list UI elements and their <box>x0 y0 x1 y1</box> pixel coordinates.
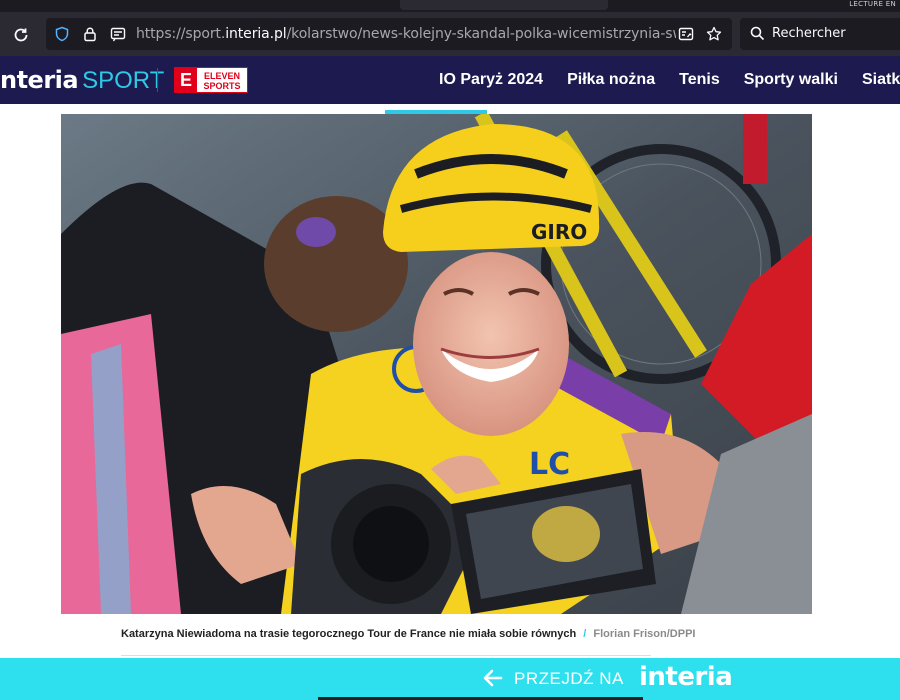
caption-text: Katarzyna Niewiadoma na trasie tegoroczn… <box>121 628 577 640</box>
interia-logo: interia <box>639 662 733 692</box>
shield-icon[interactable] <box>54 26 70 42</box>
nav-item-siatkowka[interactable]: Siatkówka <box>862 71 900 89</box>
eleven-line1: ELEVEN <box>203 70 240 81</box>
search-icon <box>750 26 765 46</box>
bookmark-star-icon[interactable] <box>706 26 722 42</box>
article-photo: LC GIRO <box>61 114 812 614</box>
header-divider <box>157 68 158 92</box>
browser-tab[interactable] <box>400 0 608 10</box>
nav-item-io-paryz[interactable]: IO Paryż 2024 <box>439 71 543 89</box>
main-nav: IO Paryż 2024 Piłka nożna Tenis Sporty w… <box>439 71 900 89</box>
logo-sport-label: SPORT <box>82 67 165 94</box>
eleven-e-mark: E <box>175 68 197 92</box>
interia-sport-logo[interactable]: nteria SPORT <box>0 66 164 95</box>
browser-tab-strip: LECTURE EN <box>0 0 900 12</box>
svg-text:GIRO: GIRO <box>531 220 587 244</box>
caption-divider <box>121 655 651 656</box>
corner-label: LECTURE EN <box>849 0 896 8</box>
photo-credit: Florian Frison/DPPI <box>593 628 696 640</box>
url-text[interactable]: https://sport.interia.pl/kolarstwo/news-… <box>136 26 676 42</box>
lock-icon[interactable] <box>82 26 98 42</box>
reader-view-icon[interactable] <box>678 26 694 42</box>
url-path: /kolarstwo/news-kolejny-skandal-polka-wi… <box>286 26 676 42</box>
page-info-icon[interactable] <box>110 26 126 42</box>
logo-wordmark: nteria <box>0 66 79 94</box>
search-placeholder: Rechercher <box>772 26 846 41</box>
eleven-line2: SPORTS <box>203 80 241 91</box>
svg-text:LC: LC <box>529 447 570 482</box>
nav-item-sporty-walki[interactable]: Sporty walki <box>744 71 838 89</box>
caption-separator: / <box>583 628 587 640</box>
eleven-sports-logo[interactable]: E ELEVEN SPORTS <box>174 67 248 93</box>
url-prefix: https://sport. <box>136 26 226 42</box>
reload-icon[interactable] <box>10 24 32 46</box>
photo-caption: Katarzyna Niewiadoma na trasie tegoroczn… <box>121 628 695 640</box>
browser-toolbar: https://sport.interia.pl/kolarstwo/news-… <box>0 12 900 56</box>
search-bar[interactable]: Rechercher <box>740 18 900 50</box>
nav-item-tenis[interactable]: Tenis <box>679 71 720 89</box>
eleven-wordmark: ELEVEN SPORTS <box>197 70 247 91</box>
nav-item-pilka-nozna[interactable]: Piłka nożna <box>567 71 655 89</box>
address-bar[interactable]: https://sport.interia.pl/kolarstwo/news-… <box>46 18 732 50</box>
go-to-interia-banner[interactable]: PRZEJDŹ NA interia <box>0 658 900 700</box>
site-header: nteria SPORT E ELEVEN SPORTS IO Paryż 2024… <box>0 56 900 104</box>
arrow-left-icon <box>482 667 504 689</box>
go-to-label: PRZEJDŹ NA <box>514 669 624 688</box>
url-domain: interia.pl <box>225 26 287 42</box>
